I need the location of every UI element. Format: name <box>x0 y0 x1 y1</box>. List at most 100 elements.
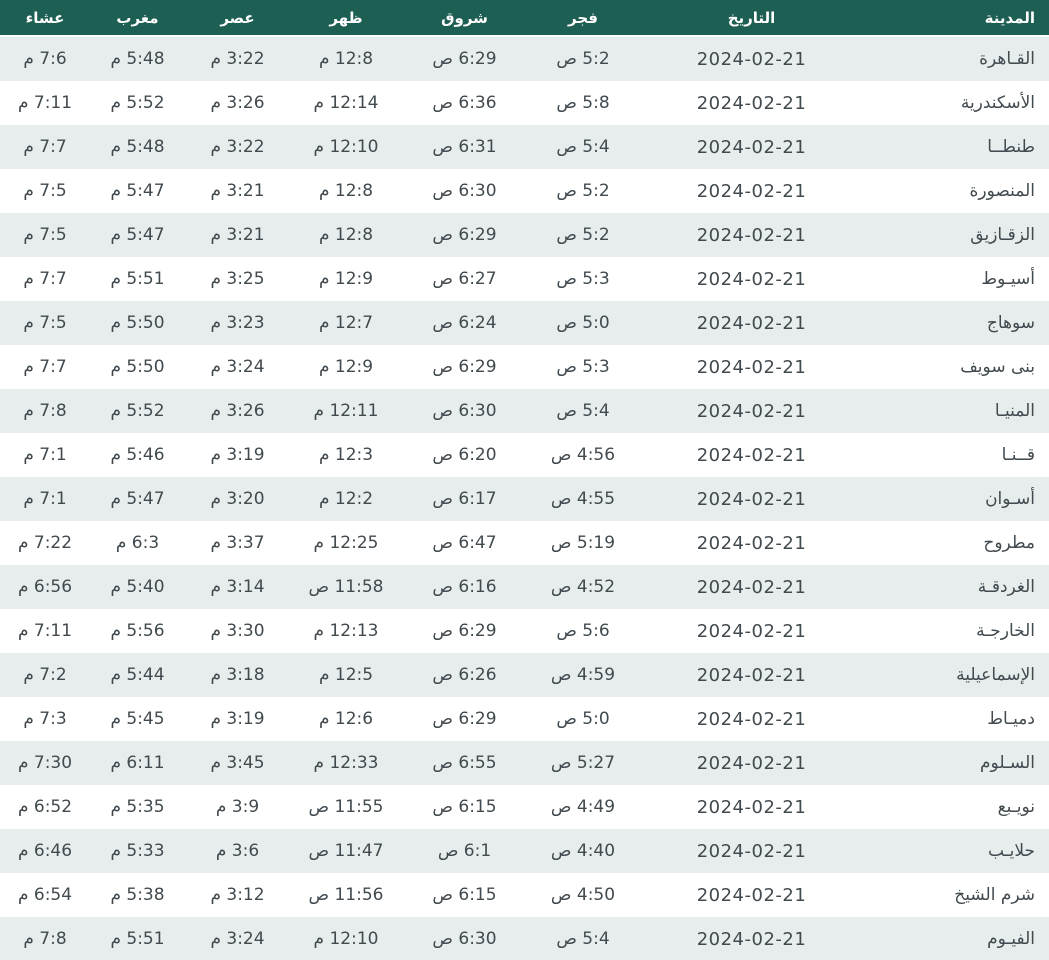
cell-city: الإسماعيلية <box>864 653 1049 697</box>
cell-asr: 3:6 م <box>185 829 290 873</box>
column-header-dhuhr: ظهر <box>290 0 402 37</box>
cell-shorouk: 6:30 ص <box>402 169 527 213</box>
table-row: شرم الشيخ 2024-02-21 4:50 ص 6:15 ص 11:56 ص 3:… <box>0 873 1049 917</box>
table-row: قــنـا 2024-02-21 4:56 ص 6:20 ص 12:3 م 3:19 م… <box>0 433 1049 477</box>
cell-maghrib: 5:47 م <box>90 169 185 213</box>
cell-asr: 3:26 م <box>185 389 290 433</box>
cell-city: القـاهرة <box>864 37 1049 81</box>
cell-maghrib: 5:50 م <box>90 345 185 389</box>
cell-city: نويـبع <box>864 785 1049 829</box>
cell-isha: 7:7 م <box>0 257 90 301</box>
cell-shorouk: 6:30 ص <box>402 917 527 960</box>
cell-date: 2024-02-21 <box>639 169 864 213</box>
cell-asr: 3:22 م <box>185 37 290 81</box>
cell-asr: 3:24 م <box>185 917 290 960</box>
cell-shorouk: 6:29 ص <box>402 37 527 81</box>
cell-fajr: 5:2 ص <box>527 169 639 213</box>
cell-city: أسـوان <box>864 477 1049 521</box>
cell-asr: 3:18 م <box>185 653 290 697</box>
cell-maghrib: 5:40 م <box>90 565 185 609</box>
cell-isha: 7:5 م <box>0 213 90 257</box>
cell-shorouk: 6:27 ص <box>402 257 527 301</box>
cell-dhuhr: 12:13 م <box>290 609 402 653</box>
cell-maghrib: 5:47 م <box>90 213 185 257</box>
cell-city: سوهاج <box>864 301 1049 345</box>
cell-date: 2024-02-21 <box>639 785 864 829</box>
cell-city: الغردقـة <box>864 565 1049 609</box>
cell-asr: 3:45 م <box>185 741 290 785</box>
cell-isha: 7:6 م <box>0 37 90 81</box>
cell-date: 2024-02-21 <box>639 829 864 873</box>
cell-dhuhr: 12:5 م <box>290 653 402 697</box>
column-header-isha: عشاء <box>0 0 90 37</box>
cell-fajr: 4:59 ص <box>527 653 639 697</box>
cell-maghrib: 5:33 م <box>90 829 185 873</box>
cell-date: 2024-02-21 <box>639 301 864 345</box>
cell-city: مطروح <box>864 521 1049 565</box>
cell-fajr: 4:56 ص <box>527 433 639 477</box>
cell-city: حلايـب <box>864 829 1049 873</box>
table-row: مطروح 2024-02-21 5:19 ص 6:47 ص 12:25 م 3:37 م… <box>0 521 1049 565</box>
cell-city: الخارجـة <box>864 609 1049 653</box>
table-row: سوهاج 2024-02-21 5:0 ص 6:24 ص 12:7 م 3:23 م 5:… <box>0 301 1049 345</box>
cell-date: 2024-02-21 <box>639 125 864 169</box>
cell-city: المنصورة <box>864 169 1049 213</box>
cell-dhuhr: 11:56 ص <box>290 873 402 917</box>
cell-shorouk: 6:29 ص <box>402 213 527 257</box>
cell-shorouk: 6:29 ص <box>402 345 527 389</box>
cell-maghrib: 6:3 م <box>90 521 185 565</box>
cell-dhuhr: 12:9 م <box>290 345 402 389</box>
column-header-fajr: فجر <box>527 0 639 37</box>
cell-date: 2024-02-21 <box>639 609 864 653</box>
column-header-date: التاريخ <box>639 0 864 37</box>
cell-date: 2024-02-21 <box>639 741 864 785</box>
cell-dhuhr: 11:47 ص <box>290 829 402 873</box>
cell-isha: 7:3 م <box>0 697 90 741</box>
cell-isha: 7:30 م <box>0 741 90 785</box>
cell-isha: 7:2 م <box>0 653 90 697</box>
prayer-times-header: المدينة التاريخ فجر شروق ظهر عصر مغرب عش… <box>0 0 1049 37</box>
prayer-times-body: القـاهرة 2024-02-21 5:2 ص 6:29 ص 12:8 م 3:22 … <box>0 37 1049 960</box>
cell-isha: 6:54 م <box>0 873 90 917</box>
cell-asr: 3:23 م <box>185 301 290 345</box>
cell-dhuhr: 12:8 م <box>290 37 402 81</box>
cell-shorouk: 6:47 ص <box>402 521 527 565</box>
cell-maghrib: 5:50 م <box>90 301 185 345</box>
table-row: أسيـوط 2024-02-21 5:3 ص 6:27 ص 12:9 م 3:25 م5… <box>0 257 1049 301</box>
cell-shorouk: 6:36 ص <box>402 81 527 125</box>
cell-isha: 7:8 م <box>0 917 90 960</box>
table-row: دميـاط 2024-02-21 5:0 ص 6:29 ص 12:6 م 3:19 م5… <box>0 697 1049 741</box>
cell-shorouk: 6:17 ص <box>402 477 527 521</box>
cell-dhuhr: 12:10 م <box>290 125 402 169</box>
cell-city: الفيـوم <box>864 917 1049 960</box>
cell-fajr: 5:4 ص <box>527 917 639 960</box>
cell-isha: 7:11 م <box>0 609 90 653</box>
cell-city: السـلوم <box>864 741 1049 785</box>
cell-dhuhr: 12:10 م <box>290 917 402 960</box>
cell-fajr: 5:8 ص <box>527 81 639 125</box>
table-row: القـاهرة 2024-02-21 5:2 ص 6:29 ص 12:8 م 3:22 … <box>0 37 1049 81</box>
cell-shorouk: 6:29 ص <box>402 697 527 741</box>
cell-maghrib: 5:52 م <box>90 389 185 433</box>
cell-maghrib: 5:51 م <box>90 257 185 301</box>
cell-date: 2024-02-21 <box>639 345 864 389</box>
cell-city: شرم الشيخ <box>864 873 1049 917</box>
table-row: الإسماعيلية 2024-02-21 4:59 ص 6:26 ص 12:5 م3… <box>0 653 1049 697</box>
cell-city: المنيـا <box>864 389 1049 433</box>
cell-isha: 6:56 م <box>0 565 90 609</box>
cell-shorouk: 6:15 ص <box>402 785 527 829</box>
cell-date: 2024-02-21 <box>639 257 864 301</box>
cell-asr: 3:25 م <box>185 257 290 301</box>
cell-isha: 7:5 م <box>0 301 90 345</box>
table-row: بنى سويف 2024-02-21 5:3 ص 6:29 ص 12:9 م 3:24 … <box>0 345 1049 389</box>
cell-fajr: 5:3 ص <box>527 345 639 389</box>
cell-asr: 3:30 م <box>185 609 290 653</box>
cell-shorouk: 6:16 ص <box>402 565 527 609</box>
cell-city: بنى سويف <box>864 345 1049 389</box>
cell-fajr: 5:27 ص <box>527 741 639 785</box>
cell-shorouk: 6:31 ص <box>402 125 527 169</box>
cell-maghrib: 5:56 م <box>90 609 185 653</box>
prayer-times-table: المدينة التاريخ فجر شروق ظهر عصر مغرب عش… <box>0 0 1049 960</box>
cell-date: 2024-02-21 <box>639 565 864 609</box>
table-row: السـلوم 2024-02-21 5:27 ص 6:55 ص 12:33 م 3:45… <box>0 741 1049 785</box>
